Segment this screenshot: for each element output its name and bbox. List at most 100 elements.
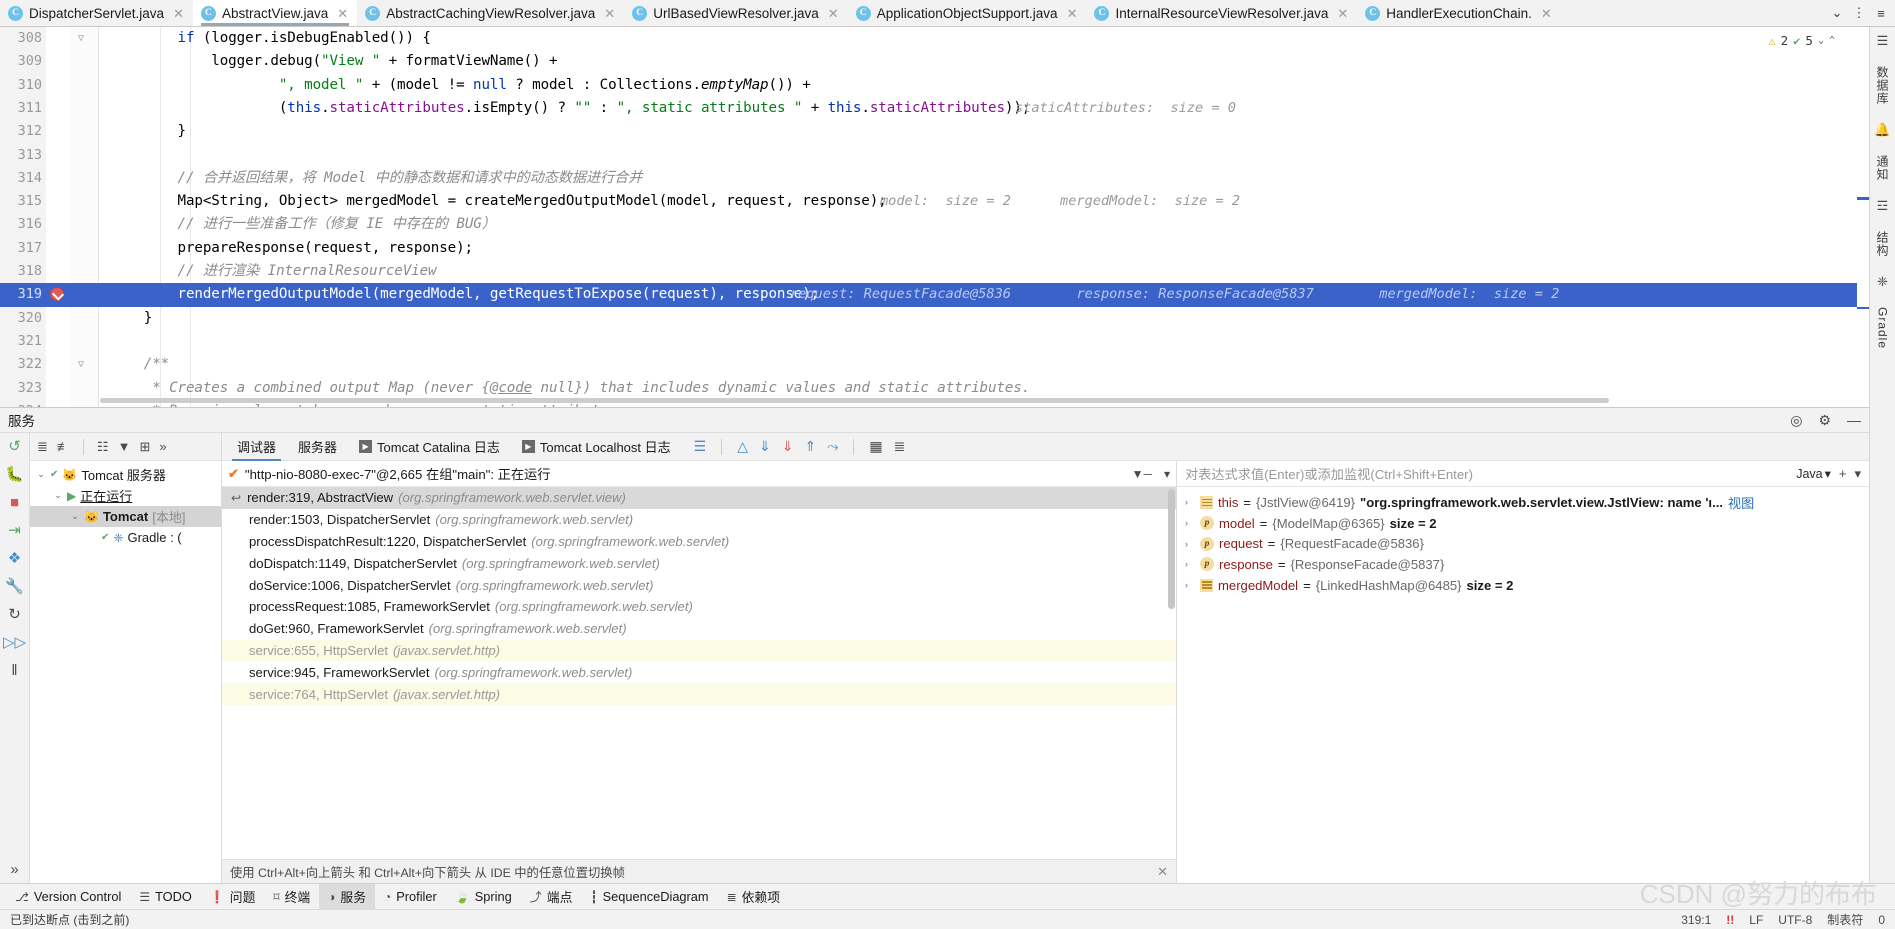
- chevron-up-icon[interactable]: ⌃: [1829, 35, 1835, 46]
- expand-chevron-icon[interactable]: ›: [1185, 518, 1195, 528]
- step-over-icon[interactable]: ⇥: [8, 523, 21, 538]
- add-watch-icon[interactable]: +: [1839, 466, 1847, 481]
- run-to-cursor-icon[interactable]: ⤳: [827, 438, 838, 455]
- editor-tab[interactable]: C AbstractCachingViewResolver.java ✕: [357, 0, 624, 26]
- right-rail-item[interactable]: 通知: [1874, 152, 1891, 184]
- frames-scrollbar[interactable]: [1168, 489, 1175, 609]
- watch-input[interactable]: 对表达式求值(Enter)或添加监视(Ctrl+Shift+Enter): [1185, 464, 1788, 483]
- bottom-bar-item[interactable]: ◑ 服务: [319, 883, 375, 910]
- force-step-into-icon[interactable]: ⇑: [804, 438, 816, 455]
- code-line[interactable]: 309 logger.debug("View " + formatViewNam…: [0, 50, 1869, 73]
- tab-menu-icon[interactable]: ⋮: [1849, 0, 1869, 26]
- encoding[interactable]: UTF-8: [1778, 913, 1812, 927]
- add-tab-icon[interactable]: ⊞: [139, 439, 150, 455]
- more-icon[interactable]: »: [159, 439, 166, 454]
- stack-frame-row[interactable]: processRequest:1085, FrameworkServlet (o…: [222, 596, 1176, 618]
- gradle-icon[interactable]: ❈: [1877, 274, 1888, 290]
- code-line[interactable]: 322 ▽ /**: [0, 353, 1869, 376]
- chevron-down-icon[interactable]: ⌄: [70, 511, 80, 522]
- close-icon[interactable]: ✕: [604, 7, 615, 20]
- chevron-down-icon[interactable]: ▾: [1854, 466, 1861, 482]
- tree-node[interactable]: ⌄ ✔ 🐱 Tomcat 服务器: [30, 464, 221, 485]
- expand-chevron-icon[interactable]: ›: [1185, 559, 1195, 569]
- database-icon[interactable]: ≡: [1871, 0, 1891, 26]
- group-icon[interactable]: ☷: [97, 439, 109, 455]
- settings-icon[interactable]: ≣: [894, 438, 906, 455]
- debugger-tab[interactable]: ▶ Tomcat Catalina 日志: [348, 433, 511, 461]
- code-line[interactable]: 317 prepareResponse(request, response);: [0, 237, 1869, 260]
- services-tree[interactable]: ⌄ ✔ 🐱 Tomcat 服务器 ⌄ ▶ 正在运行 ⌄ 🐱 Tomcat [本地] ✔ ❈ Gradle…: [30, 461, 221, 548]
- chevron-down-icon[interactable]: ⌄: [1818, 35, 1824, 46]
- editor-tab[interactable]: C InternalResourceViewResolver.java ✕: [1086, 0, 1357, 26]
- error-indicator-icon[interactable]: !!: [1726, 913, 1734, 927]
- bottom-bar-item[interactable]: ⌑ 终端: [264, 884, 319, 910]
- right-rail-item[interactable]: Gradle: [1876, 304, 1890, 352]
- close-icon[interactable]: ✕: [337, 7, 348, 20]
- code-line[interactable]: 316 // 进行一些准备工作（修复 IE 中存在的 BUG）: [0, 213, 1869, 236]
- debugger-tab[interactable]: 调试器: [226, 433, 287, 461]
- bottom-bar-item[interactable]: 🍃 Spring: [446, 884, 521, 910]
- stack-frame-row[interactable]: doDispatch:1149, DispatcherServlet (org.…: [222, 552, 1176, 574]
- code-line[interactable]: 312 }: [0, 120, 1869, 143]
- stack-frame-row[interactable]: service:655, HttpServlet (javax.servlet.…: [222, 639, 1176, 662]
- editor-error-stripe[interactable]: [1857, 27, 1869, 407]
- expand-chevron-icon[interactable]: ›: [1185, 497, 1195, 507]
- bottom-bar-item[interactable]: ☰ TODO: [130, 884, 201, 910]
- code-line[interactable]: 308 ▽ if (logger.isDebugEnabled()) {: [0, 27, 1869, 50]
- code-line[interactable]: 310 ", model " + (model != null ? model …: [0, 74, 1869, 97]
- breakpoint-icon[interactable]: [50, 287, 64, 302]
- chevron-down-icon[interactable]: ⌄: [36, 469, 46, 480]
- branch-indicator[interactable]: 0: [1878, 913, 1885, 927]
- tree-node[interactable]: ⌄ 🐱 Tomcat [本地]: [30, 506, 221, 527]
- db-icon[interactable]: ☰: [1877, 33, 1889, 49]
- step-into-icon[interactable]: ⇓: [782, 438, 794, 455]
- stack-frame-row[interactable]: service:945, FrameworkServlet (org.sprin…: [222, 661, 1176, 683]
- collapse-all-icon[interactable]: ≢: [57, 439, 70, 454]
- close-icon[interactable]: ✕: [828, 7, 839, 20]
- chevron-down-icon[interactable]: ▾: [1164, 467, 1170, 481]
- restore-icon[interactable]: ↻: [8, 607, 21, 622]
- code-line[interactable]: 323 * Creates a combined output Map (nev…: [0, 377, 1869, 400]
- stop-icon[interactable]: ■: [10, 495, 19, 510]
- tree-node[interactable]: ✔ ❈ Gradle : (: [30, 527, 221, 548]
- editor-tab[interactable]: C UrlBasedViewResolver.java ✕: [624, 0, 848, 26]
- step-out-icon[interactable]: △: [737, 438, 748, 455]
- code-line[interactable]: 315 Map<String, Object> mergedModel = cr…: [0, 190, 1869, 213]
- code-line[interactable]: 321: [0, 330, 1869, 353]
- call-stack-list[interactable]: ↩ render:319, AbstractView (org.springfra…: [222, 487, 1176, 859]
- thread-selector[interactable]: ✔ "http-nio-8080-exec-7"@2,665 在组"main":…: [222, 461, 1176, 487]
- variable-value-more-link[interactable]: 视图: [1728, 493, 1754, 512]
- code-line[interactable]: 314 // 合并返回结果，将 Model 中的静态数据和请求中的动态数据进行合…: [0, 167, 1869, 190]
- code-line-current[interactable]: 319 renderMergedOutputModel(mergedModel,…: [0, 283, 1869, 307]
- rerun-icon[interactable]: ↺: [8, 439, 21, 454]
- filter-icon[interactable]: ▼─: [1132, 467, 1152, 481]
- expand-chevron-icon[interactable]: ›: [1185, 539, 1195, 549]
- code-editor[interactable]: 308 ▽ if (logger.isDebugEnabled()) {309 l…: [0, 27, 1869, 407]
- tab-overflow-icon[interactable]: ⌄: [1827, 0, 1847, 26]
- expand-chevron-icon[interactable]: ›: [1185, 580, 1195, 590]
- code-line[interactable]: 320 }: [0, 307, 1869, 330]
- variable-row[interactable]: › p request = {RequestFacade@5836}: [1177, 533, 1869, 554]
- inspection-widget[interactable]: ⚠ 2 ✔ 5 ⌄ ⌃: [1768, 33, 1835, 48]
- pause-icon[interactable]: ‖: [11, 663, 17, 678]
- chevron-down-icon[interactable]: ⌄: [53, 490, 63, 501]
- line-separator[interactable]: LF: [1749, 913, 1763, 927]
- editor-tab[interactable]: C ApplicationObjectSupport.java ✕: [848, 0, 1087, 26]
- right-rail-item[interactable]: 结构: [1874, 228, 1891, 260]
- structure-icon[interactable]: ☲: [1877, 198, 1889, 214]
- bottom-bar-item[interactable]: ⤴ 端点: [521, 884, 582, 910]
- layout-icon[interactable]: ☰: [694, 438, 707, 455]
- step-over-icon[interactable]: ⇓: [759, 438, 771, 455]
- bottom-bar-item[interactable]: ≣ 依赖项: [718, 884, 789, 910]
- evaluate-expression-icon[interactable]: ▦: [869, 438, 882, 455]
- code-line[interactable]: 311 (this.staticAttributes.isEmpty() ? "…: [0, 97, 1869, 120]
- debug-icon[interactable]: 🐛: [5, 467, 24, 482]
- minimize-icon[interactable]: —: [1847, 412, 1861, 428]
- tree-node[interactable]: ⌄ ▶ 正在运行: [30, 485, 221, 506]
- variable-row[interactable]: › p response = {ResponseFacade@5837}: [1177, 554, 1869, 575]
- step-into-icon[interactable]: ❖: [8, 551, 21, 566]
- resume-icon[interactable]: ▷▷: [3, 635, 26, 650]
- bottom-bar-item[interactable]: ◔ Profiler: [375, 884, 446, 910]
- close-icon[interactable]: ✕: [173, 7, 184, 20]
- wrench-icon[interactable]: 🔧: [5, 579, 24, 594]
